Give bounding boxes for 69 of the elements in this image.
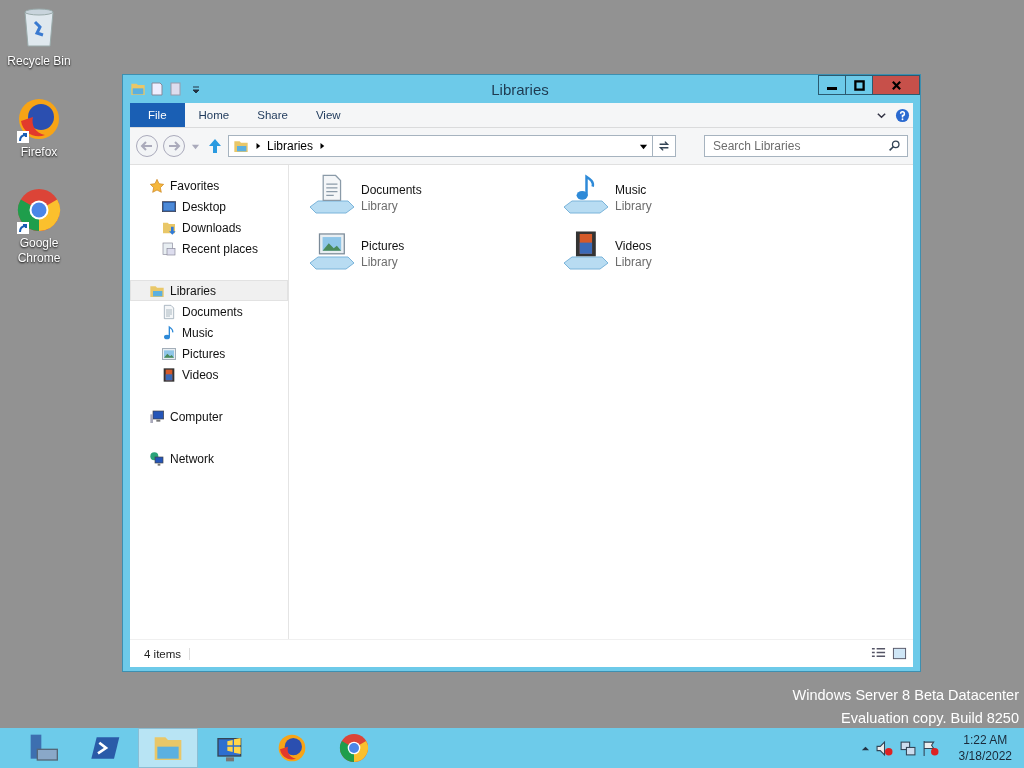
chrome-icon [15, 186, 63, 234]
library-tile[interactable]: Documents Library [307, 171, 561, 227]
clock[interactable]: 1:22 AM 3/18/2022 [958, 732, 1012, 764]
star-icon [149, 177, 165, 194]
sidebar-item[interactable]: Downloads [130, 217, 288, 238]
caret-icon[interactable] [191, 84, 201, 94]
minimize-icon [827, 86, 837, 90]
item-type: Library [615, 198, 652, 214]
watermark-text: Evaluation copy. Build 8250 [840, 709, 1019, 728]
up-arrow-icon[interactable] [207, 138, 223, 154]
file-tab[interactable]: File [130, 103, 185, 127]
item-name: Pictures [361, 238, 405, 254]
window-title: Libraries [490, 80, 550, 98]
ribbon-tab[interactable]: View [301, 103, 355, 127]
shortcut-arrow-icon [17, 222, 29, 234]
search-field[interactable]: Search Libraries [704, 135, 908, 157]
close-icon [890, 79, 902, 91]
firefox-icon [276, 732, 308, 764]
search-icon[interactable] [888, 139, 901, 152]
ribbon-tab[interactable]: Home [184, 103, 244, 127]
item-count: 4 items [144, 647, 191, 660]
breadcrumb-link[interactable]: Libraries [267, 139, 314, 153]
item-type: Library [615, 254, 652, 270]
recent-places-icon [161, 240, 177, 257]
library-folder-icon [233, 138, 249, 154]
item-name: Videos [615, 238, 652, 254]
speaker-muted-icon[interactable] [875, 739, 893, 757]
folder-icon [130, 81, 146, 97]
minimize-button[interactable] [818, 75, 846, 95]
help-icon[interactable] [895, 107, 910, 123]
watermark-text: Windows Server 8 Beta Datacenter [792, 686, 1019, 705]
large-icons-view-icon[interactable] [892, 646, 907, 661]
item-type: Library [361, 198, 399, 214]
ribbon-tab[interactable]: Share [243, 103, 302, 127]
sidebar-item[interactable]: Recent places [130, 238, 288, 259]
network-icon [149, 450, 165, 467]
library-tile[interactable]: Videos Library [561, 227, 815, 283]
item-name: Documents [361, 182, 422, 198]
sidebar-item[interactable]: Desktop [130, 196, 288, 217]
maximize-icon [853, 79, 865, 91]
refresh-button[interactable] [652, 135, 676, 157]
chrome-icon [338, 732, 370, 764]
server-manager-icon [28, 732, 60, 764]
item-name: Music [615, 182, 648, 198]
sidebar-item[interactable]: Documents [130, 301, 288, 322]
refresh-icon [657, 139, 671, 153]
monitor-icon [161, 198, 177, 215]
chevron-icon[interactable] [255, 142, 261, 150]
picture-frame-icon [161, 345, 177, 362]
sidebar-item[interactable]: Videos [130, 364, 288, 385]
library-tile[interactable]: Pictures Library [307, 227, 561, 283]
sidebar-item[interactable]: Pictures [130, 343, 288, 364]
document-icon [161, 303, 177, 320]
address-bar[interactable]: Libraries [228, 135, 653, 157]
film-strip-icon [161, 366, 177, 383]
network-status-icon[interactable] [898, 739, 916, 757]
sidebar-item[interactable]: Favorites [130, 175, 288, 196]
shortcut-arrow-icon [17, 131, 29, 143]
close-button[interactable] [872, 75, 920, 95]
computer-icon [149, 408, 165, 425]
library-tile[interactable]: Music Library [561, 171, 815, 227]
sidebar-item[interactable]: Music [130, 322, 288, 343]
sidebar-item[interactable]: Computer [130, 406, 288, 427]
sidebar-item[interactable]: Libraries [130, 280, 288, 301]
chevron-icon[interactable] [319, 142, 326, 150]
item-type: Library [361, 254, 399, 270]
sidebar-item[interactable]: Network [130, 448, 288, 469]
action-center-flag-icon[interactable] [921, 739, 939, 757]
maximize-button[interactable] [845, 75, 873, 95]
